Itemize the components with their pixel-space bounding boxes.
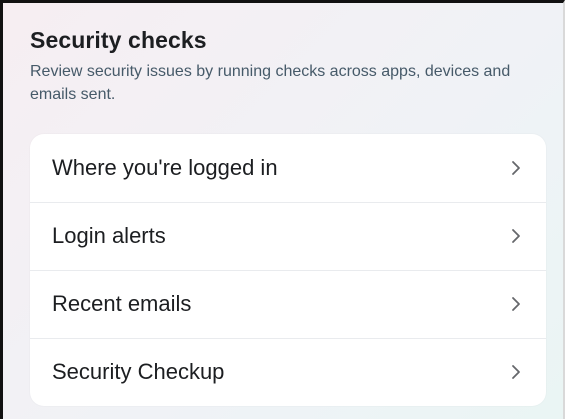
- chevron-right-icon: [509, 362, 523, 382]
- security-checkup-item[interactable]: Security Checkup: [30, 338, 546, 406]
- chevron-right-icon: [509, 158, 523, 178]
- chevron-right-icon: [509, 294, 523, 314]
- recent-emails-label: Recent emails: [52, 291, 192, 316]
- login-alerts-item[interactable]: Login alerts: [30, 202, 546, 270]
- where-youre-logged-in-label: Where you're logged in: [52, 155, 278, 180]
- where-youre-logged-in-item[interactable]: Where you're logged in: [30, 134, 546, 202]
- security-checks-header: Security checks Review security issues b…: [30, 25, 550, 106]
- recent-emails-item[interactable]: Recent emails: [30, 270, 546, 338]
- login-alerts-label: Login alerts: [52, 223, 166, 248]
- section-title: Security checks: [30, 27, 207, 53]
- chevron-right-icon: [509, 226, 523, 246]
- security-checks-list: Where you're logged in Login alerts Rece…: [30, 134, 546, 406]
- security-checkup-label: Security Checkup: [52, 359, 225, 384]
- security-checks-panel: Security checks Review security issues b…: [0, 0, 565, 419]
- section-description: Review security issues by running checks…: [30, 63, 511, 103]
